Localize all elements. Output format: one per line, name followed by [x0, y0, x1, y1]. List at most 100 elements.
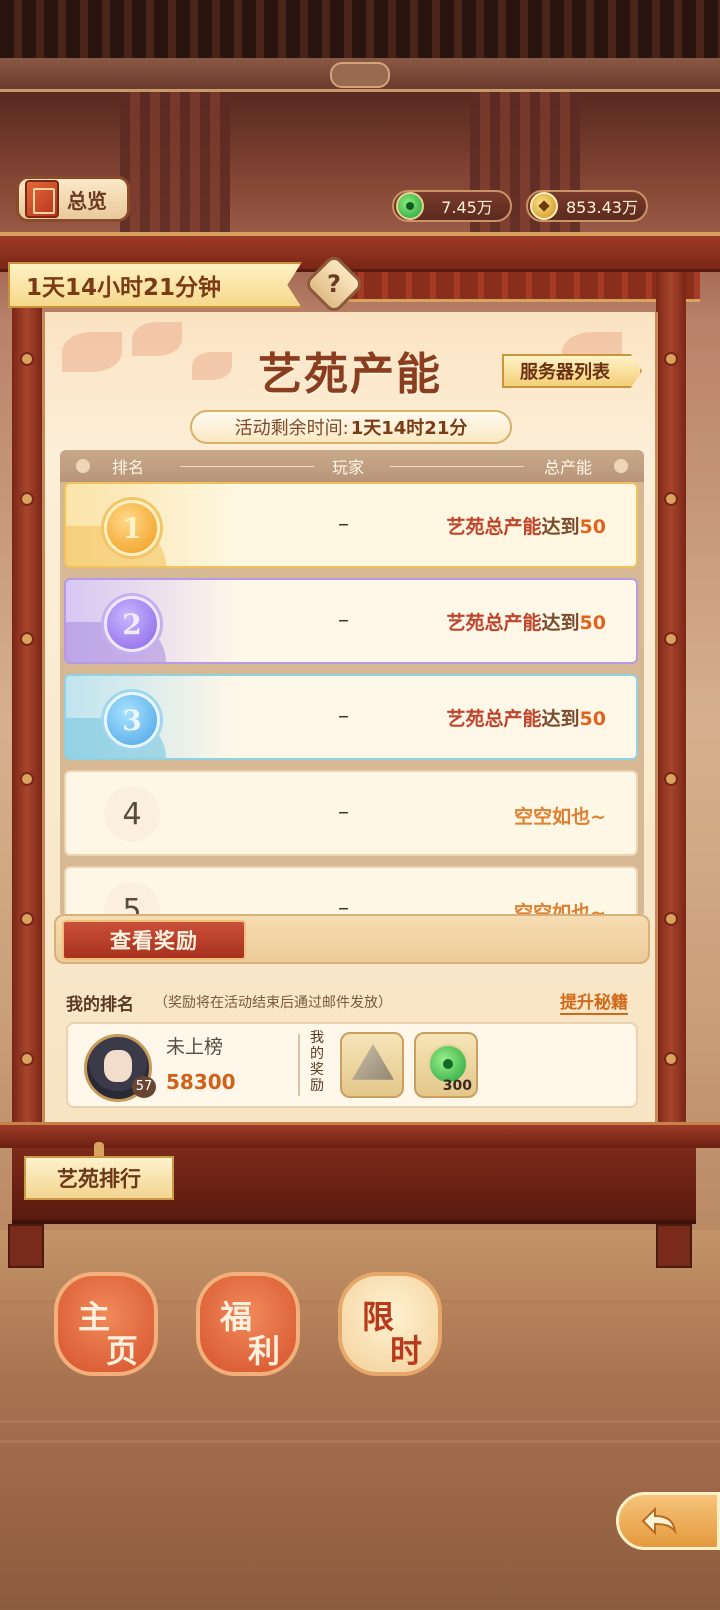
silver-medal-icon: 2 [104, 596, 160, 652]
row-score: 艺苑总产能达到50 [447, 512, 606, 539]
tips-link[interactable]: 提升秘籍 [560, 988, 628, 1015]
row-empty: 空空如也~ [514, 806, 606, 828]
table-row: 2 – 艺苑总产能达到50 [64, 578, 638, 664]
back-arrow-icon [641, 1506, 677, 1536]
row-player: – [338, 512, 349, 537]
header-divider [180, 466, 314, 467]
my-rank-label: 我的排名 [66, 995, 134, 1015]
nav-limited-char2: 时 [390, 1332, 423, 1370]
pillar-ornament [664, 492, 678, 506]
floor-line [0, 1420, 720, 1423]
table-row: 5 – 空空如也~ [64, 866, 638, 914]
card-divider [298, 1034, 300, 1096]
ranking-list[interactable]: 1 – 艺苑总产能达到50 2 – 艺苑总产能达到50 3 – 艺苑总产能达到5… [60, 482, 644, 914]
overview-label: 总览 [67, 188, 107, 213]
coin-currency[interactable]: 853.43万 [526, 190, 648, 222]
flower-icon [614, 459, 628, 473]
panel-title: 艺苑产能 [258, 349, 442, 400]
score-goal: 艺苑总产能 [446, 612, 542, 634]
coin-icon [530, 192, 558, 220]
row-score: 艺苑总产能达到50 [447, 608, 606, 635]
server-list-label: 服务器列表 [520, 362, 610, 383]
nav-home-button[interactable]: 主 页 [54, 1272, 158, 1376]
gold-medal-icon: 1 [104, 500, 160, 556]
nav-home-char2: 页 [106, 1332, 139, 1370]
leaf-decoration [62, 332, 122, 372]
event-timer-banner: 1天14小时21分钟 [8, 262, 302, 308]
pillar-ornament [20, 912, 34, 926]
jade-icon [396, 192, 424, 220]
flower-icon [76, 459, 90, 473]
event-timer: 1天14小时21分钟 [26, 275, 222, 301]
table-row: 4 – 空空如也~ [64, 770, 638, 856]
pillar-ornament [664, 772, 678, 786]
nav-welfare-button[interactable]: 福 利 [196, 1272, 300, 1376]
pillar-ornament [20, 772, 34, 786]
view-reward-button[interactable]: 查看奖励 [62, 920, 246, 960]
back-button[interactable] [616, 1492, 720, 1550]
pillar-ornament [664, 632, 678, 646]
row-rank: 5 [104, 882, 160, 914]
pillar-ornament [20, 632, 34, 646]
row-player: – [338, 800, 349, 825]
score-goal: 艺苑总产能 [446, 708, 542, 730]
row-empty: 空空如也~ [514, 902, 606, 914]
row-player: – [338, 896, 349, 914]
header-total: 总产能 [544, 458, 593, 477]
my-score: 58300 [166, 1070, 236, 1094]
board-leg-right [656, 1224, 692, 1268]
pillar-ornament [664, 1052, 678, 1066]
board-base [0, 1122, 720, 1148]
remaining-time: 活动剩余时间: 1天14时21分 [190, 410, 512, 444]
score-goal: 艺苑总产能 [446, 516, 542, 538]
score-mid: 达到 [541, 612, 580, 634]
pillar-right [656, 272, 686, 1122]
roof-eave [0, 0, 720, 60]
remaining-value: 1天14时21分 [350, 418, 468, 439]
leaf-decoration [132, 322, 182, 356]
score-num: 50 [579, 708, 606, 730]
nav-limited-button[interactable]: 限 时 [338, 1272, 442, 1376]
overview-button[interactable]: 总览 [16, 176, 130, 222]
jade-value: 7.45万 [441, 198, 493, 217]
header-divider [390, 466, 524, 467]
tab-ranking[interactable]: 艺苑排行 [24, 1156, 174, 1200]
header-player: 玩家 [332, 458, 365, 477]
score-mid: 达到 [541, 516, 580, 538]
tab-ranking-label: 艺苑排行 [57, 1167, 141, 1191]
pillar-ornament [20, 352, 34, 366]
level-badge: 57 [132, 1076, 156, 1098]
board-rail [340, 272, 700, 302]
beam-ornament [330, 62, 390, 88]
pillar-ornament [664, 352, 678, 366]
score-num: 50 [579, 516, 606, 538]
row-score: 艺苑总产能达到50 [447, 704, 606, 731]
my-rank-note: （奖励将在活动结束后通过邮件发放） [154, 995, 392, 1011]
row-player: – [338, 608, 349, 633]
reward-item-jade[interactable]: 300 [414, 1032, 478, 1098]
nav-welfare-char2: 利 [248, 1332, 281, 1370]
pillar-ornament [20, 1052, 34, 1066]
reward-item-tent[interactable] [340, 1032, 404, 1098]
table-row: 1 – 艺苑总产能达到50 [64, 482, 638, 568]
server-list-button[interactable]: 服务器列表 [502, 354, 642, 388]
help-icon[interactable]: ? [312, 262, 356, 306]
row-rank: 4 [104, 786, 160, 842]
curtain-left [120, 92, 230, 242]
score-num: 50 [579, 612, 606, 634]
avatar-face [104, 1050, 132, 1082]
jade-currency[interactable]: 7.45万 [392, 190, 512, 222]
pillar-left [12, 272, 42, 1122]
view-reward-label: 查看奖励 [110, 929, 198, 953]
floor-line [0, 1440, 720, 1443]
table-header: 排名 玩家 总产能 [60, 450, 644, 482]
bronze-medal-icon: 3 [104, 692, 160, 748]
book-icon [25, 180, 59, 218]
score-mid: 达到 [541, 708, 580, 730]
item-count: 300 [442, 1078, 472, 1094]
pillar-ornament [20, 492, 34, 506]
table-row: 3 – 艺苑总产能达到50 [64, 674, 638, 760]
remaining-label: 活动剩余时间: [234, 418, 349, 439]
tent-icon [352, 1044, 394, 1080]
board-leg-left [8, 1224, 44, 1268]
